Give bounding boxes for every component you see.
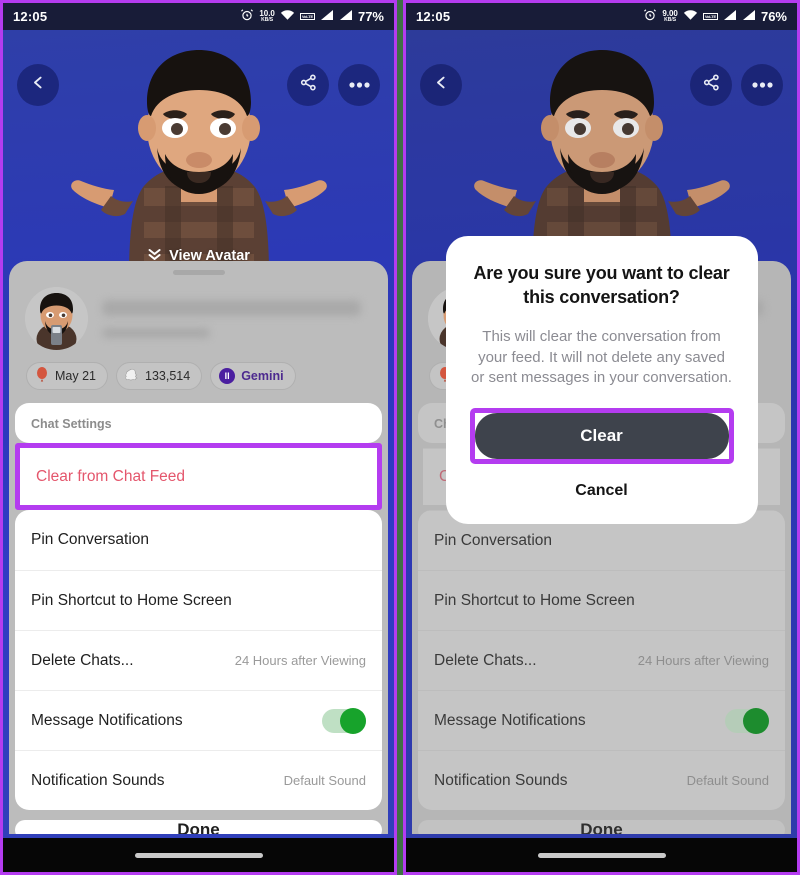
bitmoji-avatar — [25, 287, 88, 350]
chat-settings-card-header: Chat Settings — [15, 403, 382, 443]
volte-icon: VoLTE — [299, 13, 315, 20]
row-value: 24 Hours after Viewing — [234, 653, 366, 668]
clear-from-chat-feed-highlight: Clear from Chat Feed — [15, 443, 382, 510]
row-label: Notification Sounds — [31, 771, 165, 789]
signal-bars-icon — [339, 9, 353, 24]
row-label: Message Notifications — [31, 711, 183, 729]
row-notification-sounds[interactable]: Notification Sounds Default Sound — [15, 750, 382, 810]
toggle-message-notifications[interactable] — [322, 707, 366, 734]
badge-label: Gemini — [241, 369, 284, 383]
status-bar-time: 12:05 — [13, 9, 48, 24]
chevron-left-icon — [30, 74, 47, 96]
chat-settings-section: Chat Settings Clear from Chat Feed Pin Con… — [9, 403, 388, 810]
row-value: Default Sound — [283, 773, 366, 788]
alarm-clock-icon — [240, 8, 254, 25]
share-button[interactable] — [287, 64, 329, 106]
more-options-button[interactable] — [338, 64, 380, 106]
share-icon — [299, 73, 318, 97]
battery-percentage: 76% — [760, 9, 787, 24]
done-button[interactable]: Done — [15, 820, 382, 834]
status-bar-time: 12:05 — [416, 9, 451, 24]
dialog-body: This will clear the conversation from yo… — [471, 327, 732, 387]
row-label: Pin Conversation — [31, 531, 150, 548]
clear-button-highlight: Clear — [469, 407, 734, 464]
status-bar: 12:05 10.0 KB/S VoLTE 77% — [3, 3, 394, 30]
phone-screen-right: 12:05 9.00 KB/S VoLTE 76% Pin Conversati… — [403, 0, 800, 875]
row-label: Pin Shortcut to Home Screen — [31, 591, 232, 609]
network-speed-value: 9.00 — [662, 8, 678, 18]
network-speed-indicator: 9.00 KB/S — [662, 8, 678, 24]
clear-conversation-dialog: Are you sure you want to clear this conv… — [445, 236, 758, 524]
network-speed-unit: KB/S — [261, 16, 274, 23]
profile-badges: May 21 133,514 II Gemini — [9, 350, 388, 403]
confirm-clear-button[interactable]: Clear — [474, 412, 729, 459]
balloon-icon — [35, 367, 49, 385]
profile-header — [9, 275, 388, 350]
profile-display-name-redacted — [102, 299, 362, 316]
battery-percentage: 77% — [357, 9, 384, 24]
toggle-knob — [340, 707, 366, 734]
chat-settings-title: Chat Settings — [31, 417, 112, 431]
more-horizontal-icon — [348, 76, 370, 94]
row-pin-shortcut-to-home-screen[interactable]: Pin Shortcut to Home Screen — [15, 570, 382, 630]
signal-bars-icon — [320, 9, 334, 24]
avatar[interactable] — [25, 287, 88, 350]
signal-bars-icon — [723, 9, 737, 24]
back-button[interactable] — [17, 64, 59, 106]
done-button-label: Done — [177, 820, 220, 834]
settings-scroll-area: Chat Settings Clear from Chat Feed Pin Con… — [9, 403, 388, 834]
confirm-clear-label: Clear — [580, 425, 623, 445]
row-label: Clear from Chat Feed — [36, 467, 186, 485]
cancel-button[interactable]: Cancel — [470, 482, 734, 500]
two-panel-comparison: 12:05 10.0 KB/S VoLTE 77% View Avatar Ma… — [0, 0, 800, 875]
home-indicator[interactable] — [134, 852, 263, 858]
home-indicator-bar — [3, 838, 394, 872]
profile-name-block — [102, 299, 372, 338]
badge-label: 133,514 — [145, 369, 191, 383]
badge-may-21[interactable]: May 21 — [26, 362, 108, 390]
wifi-icon — [280, 9, 295, 24]
wifi-icon — [683, 9, 698, 24]
row-message-notifications[interactable]: Message Notifications — [15, 690, 382, 750]
alarm-clock-icon — [643, 8, 657, 25]
badge-133-514[interactable]: 133,514 — [116, 362, 203, 390]
volte-icon: VoLTE — [702, 13, 718, 20]
badge-label: May 21 — [55, 369, 96, 383]
phone-screen-left: 12:05 10.0 KB/S VoLTE 77% View Avatar Ma… — [0, 0, 397, 875]
row-pin-conversation[interactable]: Pin Conversation — [15, 510, 382, 570]
row-label: Delete Chats... — [31, 651, 134, 669]
network-speed-indicator: 10.0 KB/S — [259, 8, 275, 24]
network-speed-value: 10.0 — [259, 8, 275, 18]
snapchat-ghost-icon — [124, 368, 139, 385]
profile-username-redacted — [102, 327, 210, 338]
cancel-label: Cancel — [575, 481, 628, 499]
chat-settings-card-main: Pin Conversation Pin Shortcut to Home Scr… — [15, 510, 382, 810]
profile-sheet: May 21 133,514 II Gemini Chat Settings Clear… — [9, 261, 388, 834]
badge-gemini[interactable]: II Gemini — [210, 362, 296, 390]
row-delete-chats[interactable]: Delete Chats... 24 Hours after Viewing — [15, 630, 382, 690]
dialog-title: Are you sure you want to clear this conv… — [473, 263, 730, 307]
status-bar: 12:05 9.00 KB/S VoLTE 76% — [406, 3, 797, 30]
highlight-border: Clear from Chat Feed — [15, 443, 382, 510]
profile-top-actions — [3, 64, 394, 106]
signal-bars-icon — [742, 9, 756, 24]
gemini-zodiac-icon: II — [219, 368, 236, 384]
network-speed-unit: KB/S — [664, 16, 677, 23]
row-clear-from-chat-feed[interactable]: Clear from Chat Feed — [20, 448, 377, 505]
